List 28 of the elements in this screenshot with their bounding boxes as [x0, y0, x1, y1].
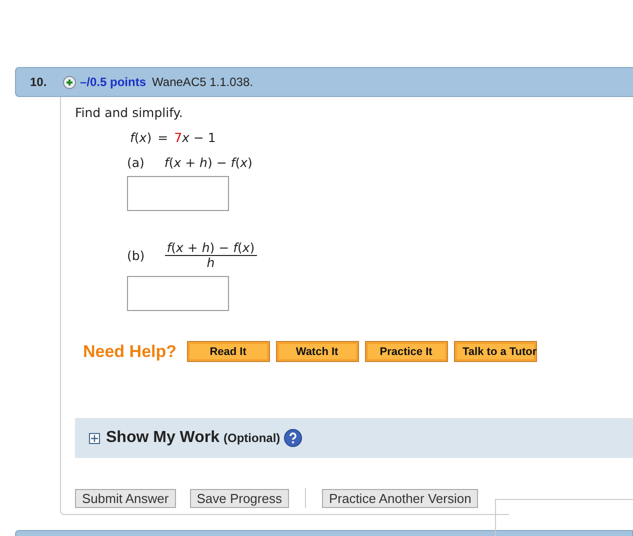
points-label: –/0.5 points	[80, 75, 146, 89]
function-body: x − 1	[182, 130, 216, 145]
part-label: (a)	[127, 155, 144, 170]
function-name: f(x)	[130, 130, 152, 145]
help-icon[interactable]	[284, 429, 302, 447]
coefficient: 7	[174, 130, 182, 145]
show-work-title[interactable]: Show My Work	[106, 429, 220, 447]
help-button[interactable]: Read It	[186, 341, 270, 362]
optional-note: (Optional)	[224, 431, 280, 445]
question-number: 10.	[30, 75, 48, 89]
fraction-denominator: h	[206, 256, 215, 270]
action-button[interactable]: Practice Another Version	[322, 488, 478, 508]
part-label: (b)	[127, 248, 145, 263]
equals-sign: =	[158, 130, 168, 145]
answer-field[interactable]	[127, 276, 229, 311]
help-button[interactable]: Talk to a Tutor	[454, 341, 537, 362]
action-button[interactable]: Submit Answer	[75, 488, 176, 508]
fraction-numerator: f(x + h) − f(x)	[164, 241, 257, 256]
expand-icon[interactable]	[89, 432, 100, 444]
help-button[interactable]: Practice It	[364, 341, 448, 362]
prompt-text: Find and simplify.	[75, 105, 184, 120]
action-button[interactable]: Save Progress	[190, 488, 289, 508]
help-button[interactable]: Watch It	[276, 341, 359, 362]
expression: f(x + h) − f(x)	[164, 155, 252, 170]
expand-icon[interactable]	[63, 76, 76, 88]
answer-field[interactable]	[127, 176, 229, 211]
question-source: WaneAC5 1.1.038.	[152, 75, 253, 89]
need-help-label: Need Help?	[83, 342, 177, 362]
